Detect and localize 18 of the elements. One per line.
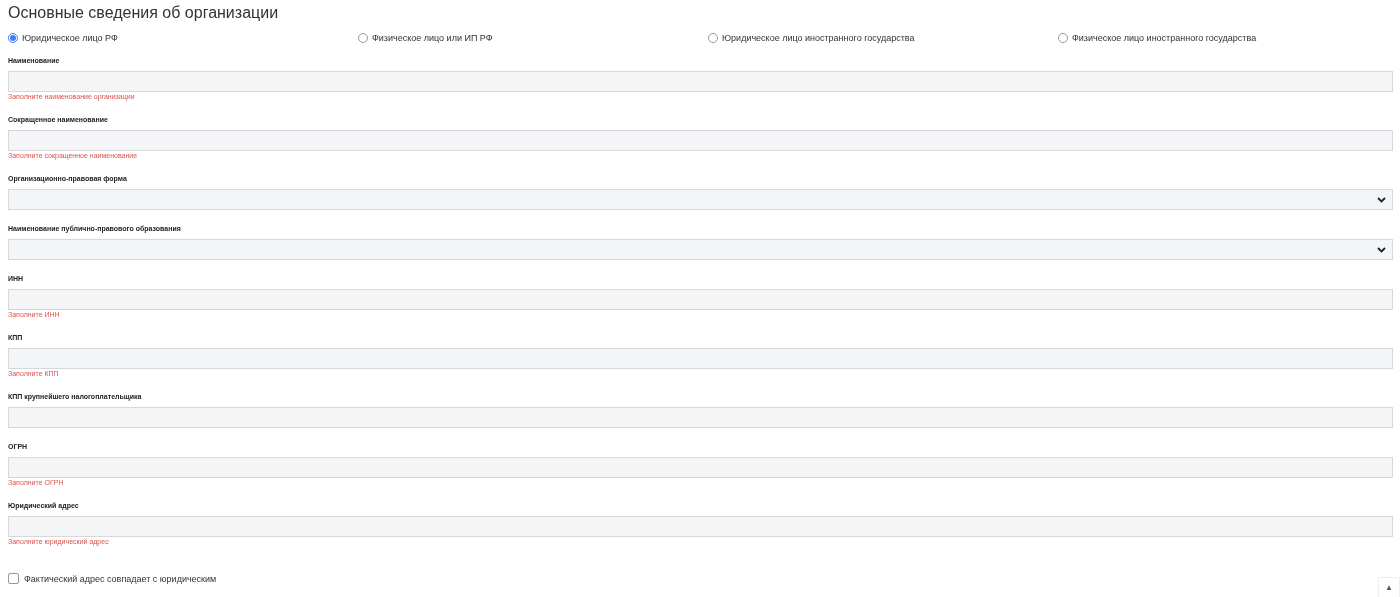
entity-type-radio[interactable]: Юридическое лицо иностранного государства	[708, 33, 915, 43]
select-field[interactable]	[8, 189, 1393, 210]
chevron-down-icon	[1377, 247, 1386, 253]
input-field[interactable]	[8, 289, 1393, 310]
input-field[interactable]	[8, 407, 1393, 428]
scroll-top-button[interactable]: ▲	[1378, 577, 1400, 597]
entity-type-radio[interactable]: Физическое лицо иностранного государства	[1058, 33, 1257, 43]
entity-type-radio[interactable]: Юридическое лицо РФ	[8, 33, 118, 43]
section-title: Основные сведения об организации	[8, 3, 280, 23]
input-field[interactable]	[8, 71, 1393, 92]
entity-type-radio[interactable]: Физическое лицо или ИП РФ	[358, 33, 493, 43]
input-field[interactable]	[8, 516, 1393, 537]
chevron-down-icon	[1377, 197, 1386, 203]
select-field[interactable]	[8, 239, 1393, 260]
input-field[interactable]	[8, 457, 1393, 478]
input-field[interactable]	[8, 130, 1393, 151]
same-address-checkbox[interactable]: Фактический адрес совпадает с юридическим	[8, 573, 217, 584]
input-field[interactable]	[8, 348, 1393, 369]
